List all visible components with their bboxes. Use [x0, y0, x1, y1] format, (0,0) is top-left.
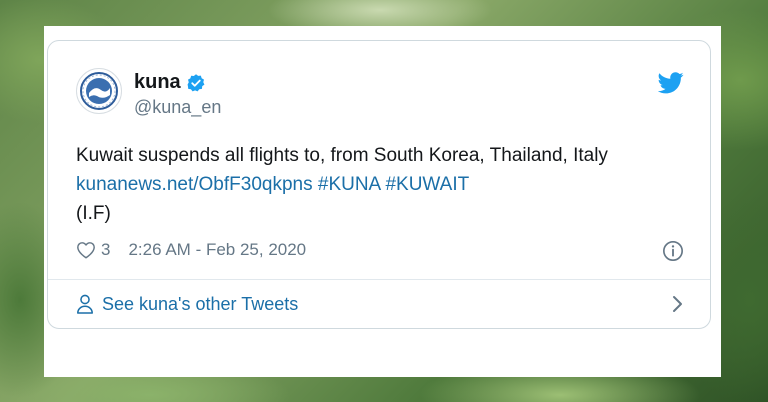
tweet-link[interactable]: kunanews.net/ObfF30qkpns [76, 174, 313, 195]
twitter-bird-icon[interactable] [658, 72, 684, 94]
handle[interactable]: @kuna_en [134, 97, 221, 118]
hashtag-kuwait[interactable]: #KUWAIT [385, 174, 469, 195]
tweet-card[interactable]: kuna @kuna_en Kuwait suspends all flight… [47, 40, 711, 329]
like-count[interactable]: 3 [101, 240, 110, 260]
see-other-tweets-label: See kuna's other Tweets [102, 293, 299, 314]
see-other-tweets-link[interactable]: See kuna's other Tweets [76, 279, 684, 329]
chevron-right-icon [673, 296, 682, 312]
name-row: kuna [134, 71, 206, 94]
hashtag-kuna[interactable]: #KUNA [318, 174, 380, 195]
info-icon[interactable] [662, 240, 684, 262]
embed-panel: kuna @kuna_en Kuwait suspends all flight… [44, 26, 721, 377]
tweet-text-line: Kuwait suspends all flights to, from Sou… [76, 145, 608, 166]
display-name[interactable]: kuna [134, 71, 181, 94]
screenshot-root: { "tweet": { "display_name": "kuna", "ha… [0, 0, 768, 402]
tweet-text-suffix: (I.F) [76, 203, 111, 224]
verified-badge-icon [187, 73, 205, 91]
heart-icon[interactable] [76, 241, 96, 259]
tweet-meta: 3 2:26 AM - Feb 25, 2020 [76, 240, 306, 260]
kuna-logo [80, 72, 118, 110]
tweet-links-line: kunanews.net/ObfF30qkpns #KUNA #KUWAIT [76, 170, 696, 199]
tweet-text: Kuwait suspends all flights to, from Sou… [76, 141, 696, 228]
avatar[interactable] [76, 68, 122, 114]
person-icon [77, 294, 93, 314]
timestamp[interactable]: 2:26 AM - Feb 25, 2020 [128, 240, 306, 260]
